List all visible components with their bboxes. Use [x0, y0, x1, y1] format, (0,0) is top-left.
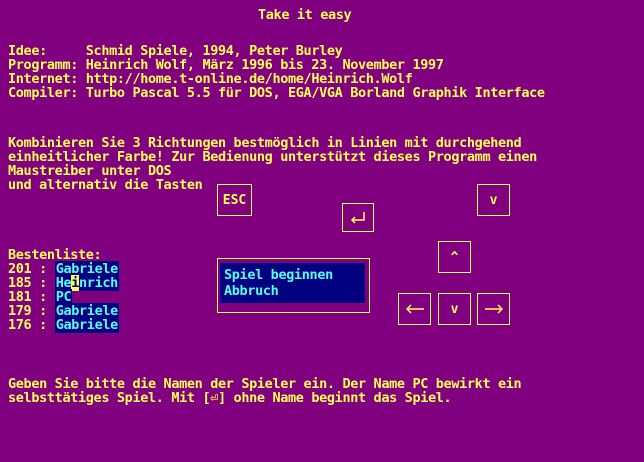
scroll-down-key-button[interactable]: v — [477, 184, 510, 216]
down-key-button[interactable]: v — [438, 293, 471, 325]
highscore-heading: Bestenliste: — [8, 247, 102, 263]
info-idee: Idee: Schmid Spiele, 1994, Peter Burley — [8, 43, 343, 59]
description-line-2: einheitlicher Farbe! Zur Bedienung unter… — [8, 149, 537, 165]
highscore-row: 185 : Heinrich — [8, 275, 119, 291]
enter-icon — [350, 211, 365, 224]
app-title: Take it easy — [258, 7, 352, 23]
info-internet: Internet: http://home.t-online.de/home/H… — [8, 71, 413, 87]
esc-key-button[interactable]: ESC — [217, 184, 252, 216]
start-menu: Spiel beginnen Abbruch — [217, 258, 370, 313]
up-key-button[interactable]: ^ — [438, 241, 471, 273]
left-key-button[interactable] — [398, 293, 431, 325]
right-key-button[interactable] — [477, 293, 510, 325]
info-programm: Programm: Heinrich Wolf, März 1996 bis 2… — [8, 57, 444, 73]
description-line-4: und alternativ die Tasten — [8, 177, 203, 193]
footer-line-1: Geben Sie bitte die Namen der Spieler ei… — [8, 376, 522, 392]
footer-line-2: selbsttätiges Spiel. Mit [⏎] ohne Name b… — [8, 390, 452, 406]
highscore-row: 201 : Gabriele — [8, 261, 119, 277]
description-line-3: Maustreiber unter DOS — [8, 163, 172, 179]
enter-key-button[interactable] — [342, 203, 374, 232]
right-arrow-icon — [484, 304, 503, 314]
text-cursor: i — [71, 275, 80, 291]
description-line-1: Kombinieren Sie 3 Richtungen bestmöglich… — [8, 135, 522, 151]
menu-item-start-game[interactable]: Spiel beginnen — [224, 268, 333, 282]
highscore-row: 181 : PC — [8, 289, 73, 305]
menu-item-abort[interactable]: Abbruch — [224, 284, 279, 298]
start-menu-list: Spiel beginnen Abbruch — [220, 263, 365, 303]
player-name-field[interactable]: Gabriele — [54, 317, 119, 333]
info-compiler: Compiler: Turbo Pascal 5.5 für DOS, EGA/… — [8, 85, 545, 101]
left-arrow-icon — [405, 304, 424, 314]
highscore-row: 179 : Gabriele — [8, 303, 119, 319]
highscore-row: 176 : Gabriele — [8, 317, 119, 333]
